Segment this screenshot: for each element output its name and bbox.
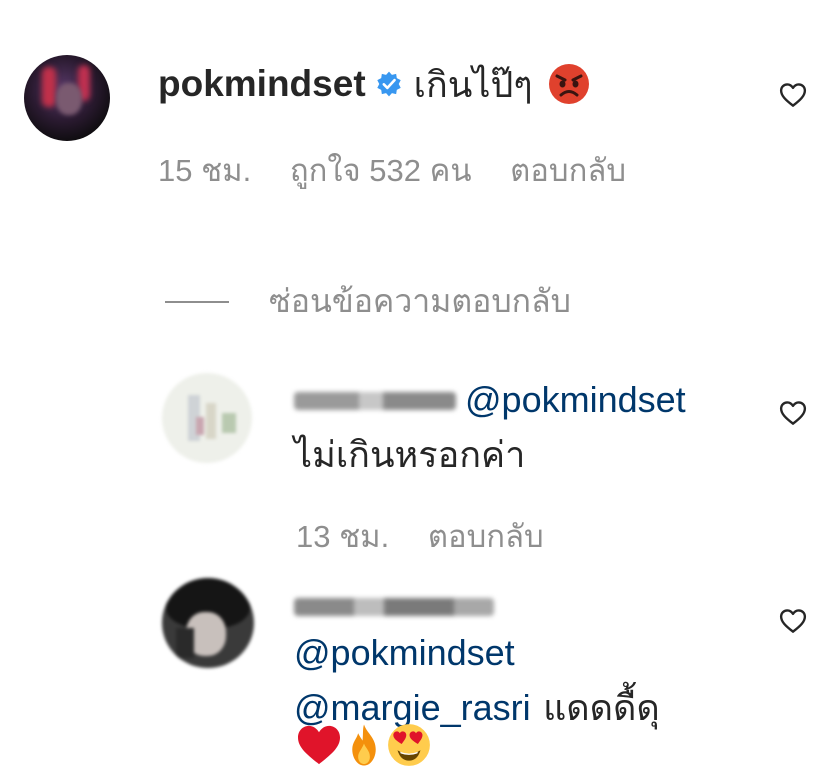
reply-username-blurred[interactable] (294, 392, 456, 410)
like-heart-icon[interactable] (778, 80, 808, 110)
reply-text: แดดดื้ดุ (543, 687, 660, 728)
like-heart-icon[interactable] (778, 606, 808, 636)
reply-time: 13 ชม. (296, 519, 390, 554)
fire-icon (352, 724, 376, 766)
verified-badge-icon (376, 71, 401, 97)
comment-likes[interactable]: ถูกใจ 532 คน (290, 153, 472, 188)
divider-line (165, 300, 229, 303)
comment-text: เกินไป๊ๆ (413, 63, 533, 105)
hide-replies-label: ซ่อนข้อความตอบกลับ (269, 283, 571, 319)
reply-meta: 13 ชม. ตอบกลับ (296, 511, 544, 561)
comment-time: 15 ชม. (158, 153, 252, 188)
reply-button[interactable]: ตอบกลับ (510, 153, 626, 188)
reply-mention[interactable]: @pokmindset (465, 379, 686, 421)
avatar[interactable] (24, 55, 110, 141)
reply-text: ไม่เกินหรอกค่า (294, 434, 526, 475)
pouting-face-icon (548, 64, 589, 104)
reply-username-blurred[interactable] (294, 598, 494, 616)
comment-meta: 15 ชม. ถูกใจ 532 คน ตอบกลับ (158, 145, 626, 195)
comment-username[interactable]: pokmindset (158, 63, 366, 105)
like-heart-icon[interactable] (778, 398, 808, 428)
avatar[interactable] (162, 373, 252, 463)
hide-replies-button[interactable]: ซ่อนข้อความตอบกลับ (165, 276, 571, 327)
heart-eyes-face-icon (388, 724, 430, 766)
reply-button[interactable]: ตอบกลับ (428, 519, 544, 554)
reply-mention[interactable]: @pokmindset (294, 632, 515, 674)
comment-body: pokmindset เกินไป๊ๆ (158, 60, 591, 108)
avatar[interactable] (162, 578, 254, 668)
reply-emojis (296, 722, 432, 768)
red-heart-icon (298, 725, 340, 765)
